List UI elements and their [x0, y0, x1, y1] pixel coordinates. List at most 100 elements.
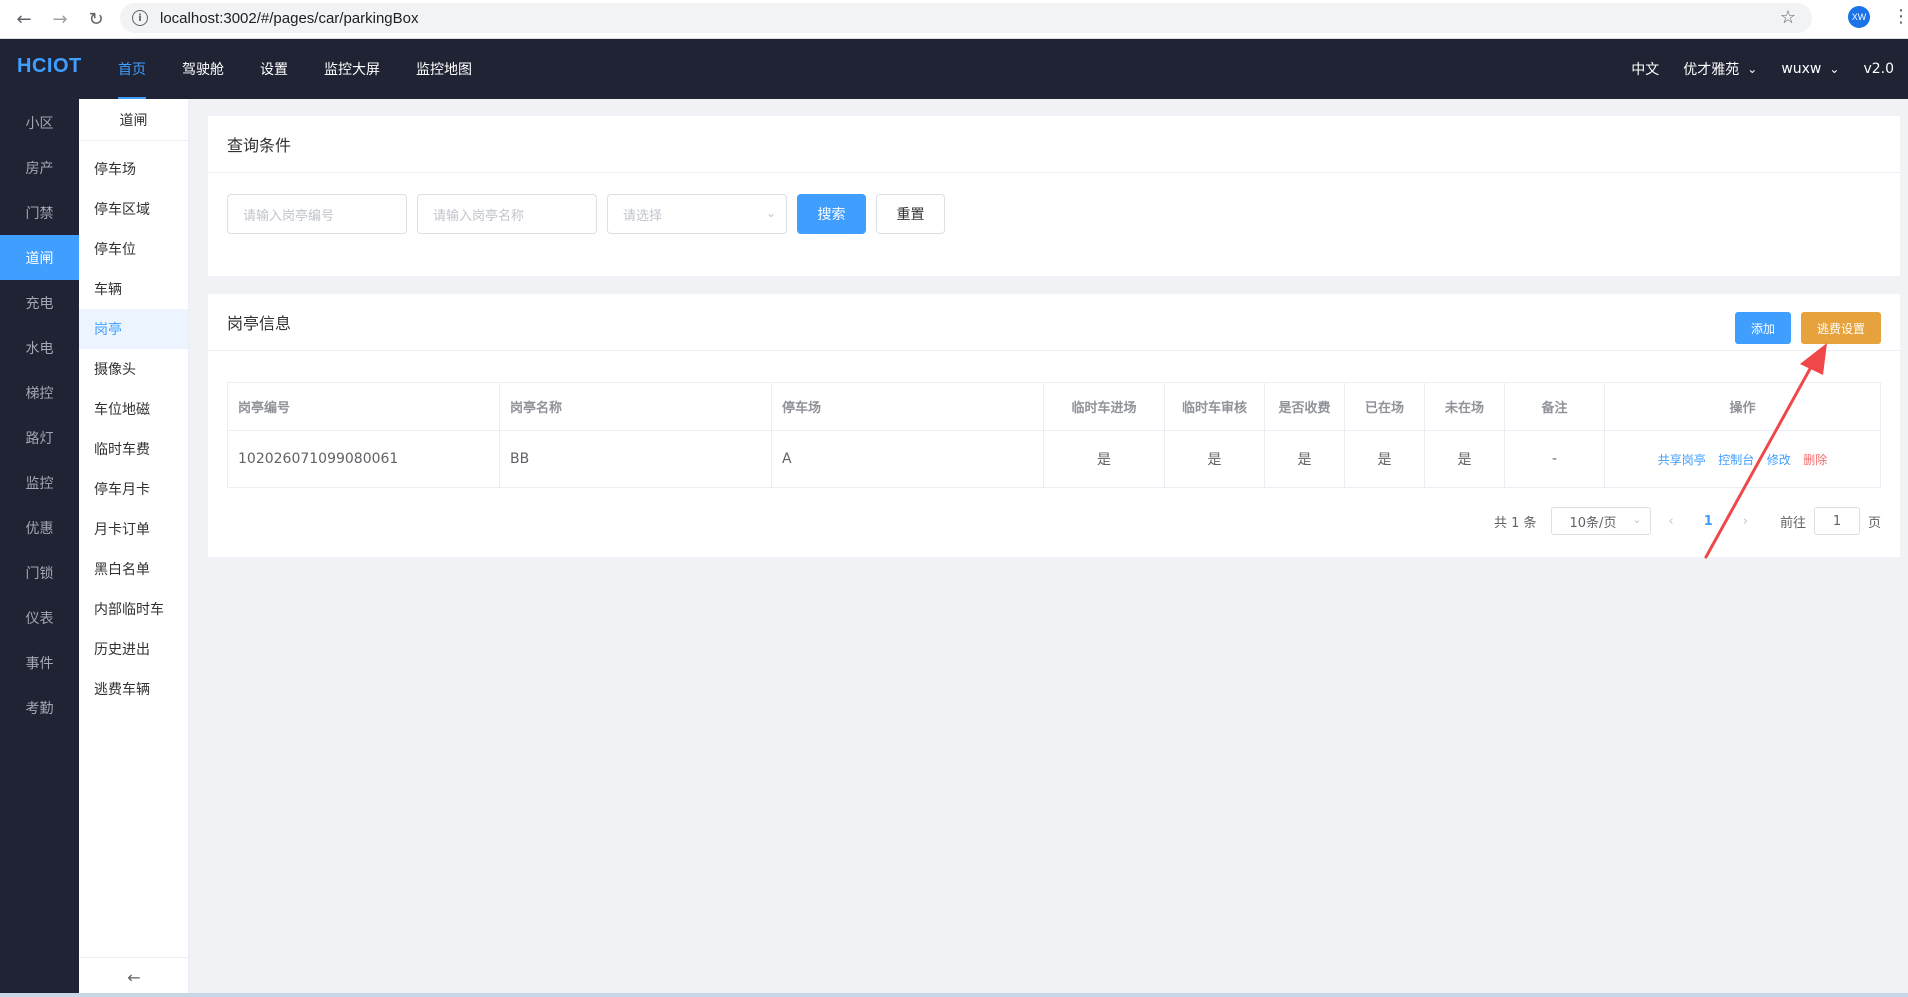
sub-item-internal-temp-car[interactable]: 内部临时车 — [79, 589, 188, 629]
page-size-value: 10条/页 — [1569, 515, 1617, 531]
table-header-row: 岗亭编号 岗亭名称 停车场 临时车进场 临时车审核 是否收费 已在场 未在场 备… — [227, 382, 1881, 431]
page-number[interactable]: 1 — [1704, 514, 1713, 529]
goto-page-input[interactable]: 1 — [1813, 507, 1860, 535]
table-row: 102026071099080061 BB A 是 是 是 是 是 - 共享岗亭… — [227, 430, 1881, 488]
cell-box-id: 102026071099080061 — [227, 430, 500, 488]
sidebar-item-community[interactable]: 小区 — [0, 100, 79, 145]
cell-remark: - — [1504, 430, 1605, 488]
delete-link[interactable]: 删除 — [1803, 453, 1827, 467]
nav-cockpit[interactable]: 驾驶舱 — [164, 39, 242, 99]
col-box-id: 岗亭编号 — [227, 382, 500, 431]
sub-item-card-order[interactable]: 月卡订单 — [79, 509, 188, 549]
chevron-down-icon: ⌄ — [1829, 62, 1840, 76]
col-operations: 操作 — [1604, 382, 1881, 431]
cell-charge: 是 — [1264, 430, 1345, 488]
select-placeholder: 请选择 — [623, 208, 663, 224]
col-remark: 备注 — [1504, 382, 1605, 431]
sub-item-vehicle[interactable]: 车辆 — [79, 269, 188, 309]
language-switch[interactable]: 中文 — [1631, 59, 1659, 79]
nav-home[interactable]: 首页 — [100, 39, 164, 99]
horizontal-scrollbar[interactable] — [0, 993, 1908, 997]
sub-item-history-access[interactable]: 历史进出 — [79, 629, 188, 669]
sidebar-item-discount[interactable]: 优惠 — [0, 505, 79, 550]
parking-lot-select[interactable]: 请选择 ⌄ — [607, 194, 787, 234]
sub-item-geomagnetic[interactable]: 车位地磁 — [79, 389, 188, 429]
community-dropdown[interactable]: 优才雅苑 ⌄ — [1683, 59, 1757, 79]
forward-icon[interactable]: → — [48, 7, 72, 31]
bookmark-star-icon[interactable]: ☆ — [1780, 7, 1796, 28]
app-logo: HCIOT — [17, 55, 82, 77]
pagination: 共 1 条 10条/页 ⌄ ‹ 1 › 前往 1 页 — [1494, 507, 1881, 535]
sidebar-item-elevator[interactable]: 梯控 — [0, 370, 79, 415]
sidebar-item-property[interactable]: 房产 — [0, 145, 79, 190]
pagination-total: 共 1 条 — [1493, 515, 1537, 531]
console-link[interactable]: 控制台 — [1718, 453, 1754, 467]
sidebar-item-monitor[interactable]: 监控 — [0, 460, 79, 505]
site-info-icon[interactable]: i — [132, 10, 148, 26]
sub-item-black-white-list[interactable]: 黑白名单 — [79, 549, 188, 589]
user-name: wuxw — [1781, 61, 1822, 77]
query-title: 查询条件 — [208, 116, 1900, 173]
next-page-icon[interactable]: › — [1743, 514, 1748, 529]
top-nav: 首页 驾驶舱 设置 监控大屏 监控地图 — [100, 39, 490, 99]
sidebar-item-door-lock[interactable]: 门锁 — [0, 550, 79, 595]
cell-parking-lot: A — [771, 430, 1044, 488]
address-bar[interactable]: i localhost:3002/#/pages/car/parkingBox … — [120, 3, 1812, 33]
chevron-down-icon: ⌄ — [765, 206, 776, 220]
prev-page-icon[interactable]: ‹ — [1669, 514, 1674, 529]
profile-avatar[interactable]: XW — [1848, 6, 1870, 28]
header-right: 中文 优才雅苑 ⌄ wuxw ⌄ v2.0 — [1607, 39, 1894, 99]
url-text[interactable]: localhost:3002/#/pages/car/parkingBox — [160, 10, 419, 27]
sub-sidebar: 道闸 停车场 停车区域 停车位 车辆 岗亭 摄像头 车位地磁 临时车费 停车月卡… — [79, 99, 189, 997]
community-name: 优才雅苑 — [1683, 62, 1740, 78]
goto-label: 前往 — [1779, 515, 1806, 531]
edit-link[interactable]: 修改 — [1767, 453, 1791, 467]
sidebar-item-meter[interactable]: 仪表 — [0, 595, 79, 640]
nav-monitor-map[interactable]: 监控地图 — [398, 39, 490, 99]
browser-menu-icon[interactable]: ⋮ — [1892, 6, 1908, 27]
sidebar-item-barrier[interactable]: 道闸 — [0, 235, 79, 280]
sub-item-booth[interactable]: 岗亭 — [79, 309, 188, 349]
box-id-input[interactable]: 请输入岗亭编号 — [227, 194, 407, 234]
sub-item-parking-lot[interactable]: 停车场 — [79, 149, 188, 189]
col-charge: 是否收费 — [1264, 382, 1345, 431]
sidebar-item-utilities[interactable]: 水电 — [0, 325, 79, 370]
sub-sidebar-title: 道闸 — [79, 99, 188, 141]
sidebar-item-access[interactable]: 门禁 — [0, 190, 79, 235]
app-header: HCIOT 首页 驾驶舱 设置 监控大屏 监控地图 中文 优才雅苑 ⌄ wuxw… — [0, 39, 1908, 99]
filter-row: 请输入岗亭编号 请输入岗亭名称 请选择 ⌄ 搜索 重置 — [227, 194, 955, 234]
sub-item-camera[interactable]: 摄像头 — [79, 349, 188, 389]
reset-button[interactable]: 重置 — [876, 194, 945, 234]
col-temp-entry: 临时车进场 — [1043, 382, 1165, 431]
collapse-arrow-icon[interactable]: ← — [79, 957, 189, 997]
query-panel: 查询条件 请输入岗亭编号 请输入岗亭名称 请选择 ⌄ 搜索 重置 — [208, 116, 1900, 276]
list-title: 岗亭信息 — [208, 294, 1900, 351]
cell-in-yard: 是 — [1344, 430, 1425, 488]
sidebar-item-charging[interactable]: 充电 — [0, 280, 79, 325]
back-icon[interactable]: ← — [12, 7, 36, 31]
search-button[interactable]: 搜索 — [797, 194, 866, 234]
cell-not-in-yard: 是 — [1424, 430, 1505, 488]
box-name-input[interactable]: 请输入岗亭名称 — [417, 194, 597, 234]
col-box-name: 岗亭名称 — [499, 382, 772, 431]
col-parking-lot: 停车场 — [771, 382, 1044, 431]
sidebar-item-event[interactable]: 事件 — [0, 640, 79, 685]
reload-icon[interactable]: ↻ — [84, 7, 108, 31]
page-size-select[interactable]: 10条/页 ⌄ — [1550, 507, 1651, 535]
sub-item-monthly-card[interactable]: 停车月卡 — [79, 469, 188, 509]
sub-item-parking-space[interactable]: 停车位 — [79, 229, 188, 269]
col-temp-audit: 临时车审核 — [1164, 382, 1265, 431]
user-dropdown[interactable]: wuxw ⌄ — [1781, 61, 1839, 77]
list-actions: 添加 逃费设置 — [1725, 312, 1881, 344]
nav-monitor-screen[interactable]: 监控大屏 — [306, 39, 398, 99]
sub-item-fee-evasion[interactable]: 逃费车辆 — [79, 669, 188, 709]
sub-item-temp-fee[interactable]: 临时车费 — [79, 429, 188, 469]
nav-settings[interactable]: 设置 — [242, 39, 306, 99]
sidebar-item-attendance[interactable]: 考勤 — [0, 685, 79, 730]
sidebar-item-streetlight[interactable]: 路灯 — [0, 415, 79, 460]
share-booth-link[interactable]: 共享岗亭 — [1658, 453, 1706, 467]
fee-evasion-setting-button[interactable]: 逃费设置 — [1801, 312, 1881, 344]
sub-item-parking-area[interactable]: 停车区域 — [79, 189, 188, 229]
page-suffix: 页 — [1867, 515, 1881, 531]
add-button[interactable]: 添加 — [1735, 312, 1791, 344]
